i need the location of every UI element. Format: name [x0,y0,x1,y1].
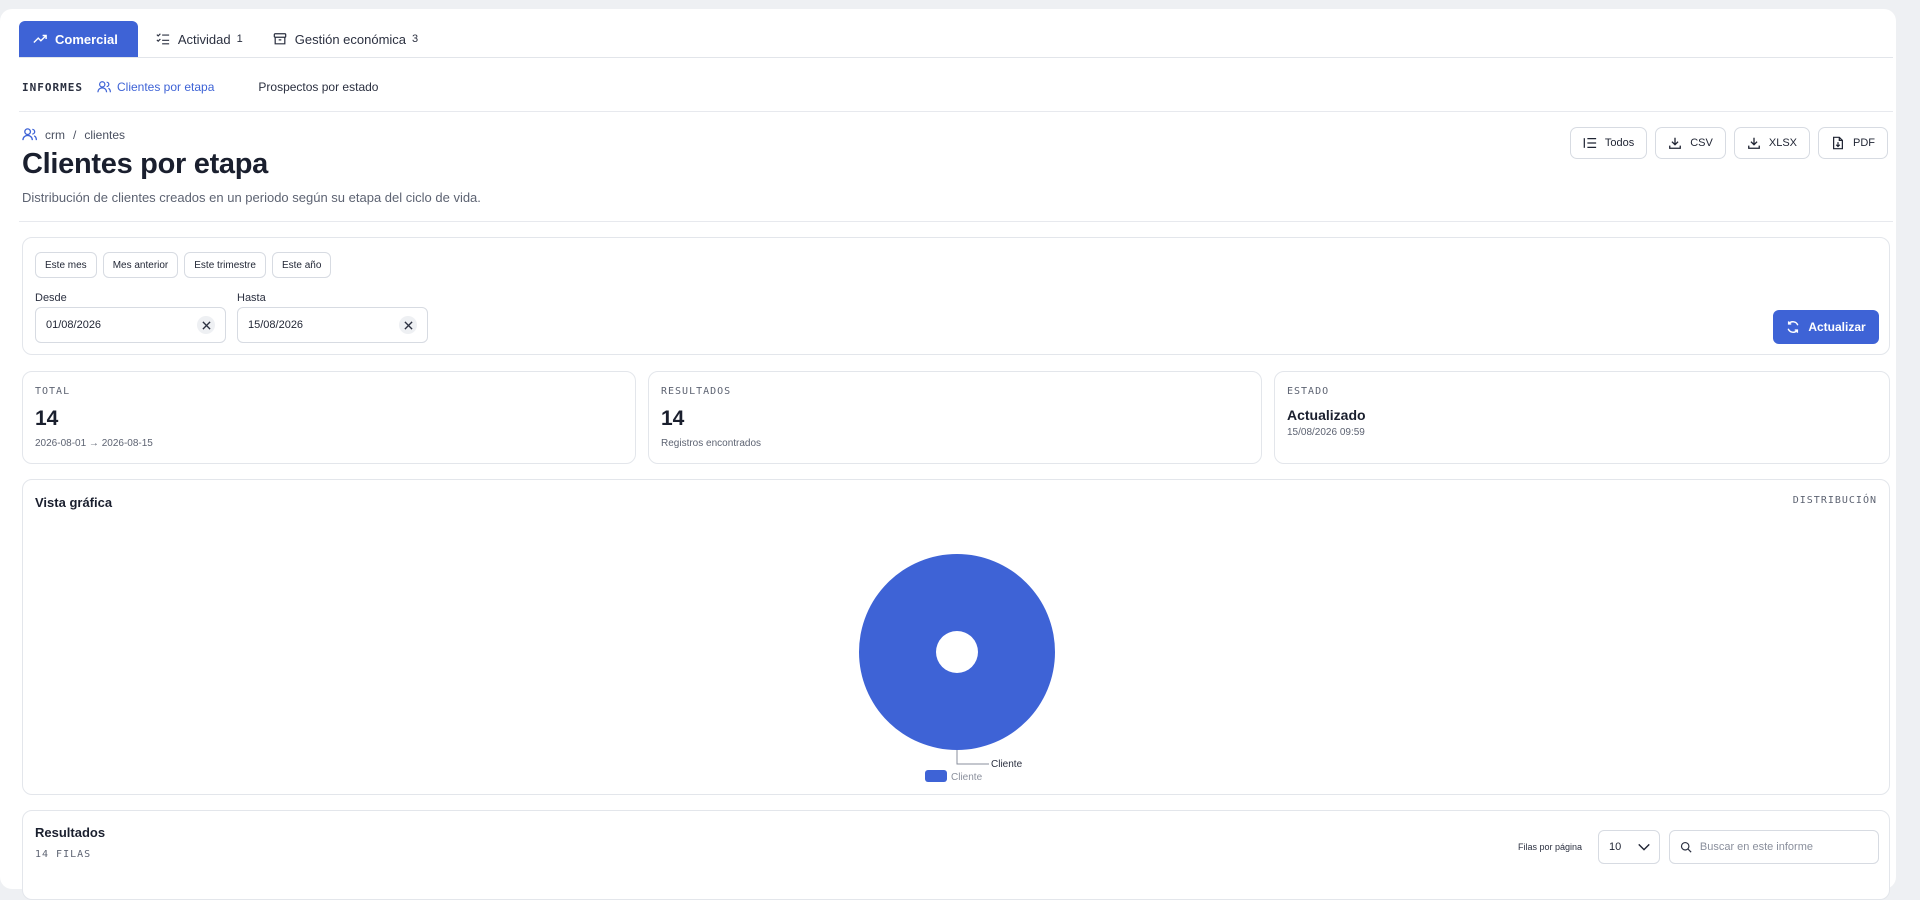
tab-actividad[interactable]: Actividad 1 [144,21,255,57]
to-date-input[interactable]: 15/08/2026 [237,307,428,343]
stat-key: TOTAL [35,386,71,397]
page-subtitle: Distribución de clientes creados en un p… [22,190,481,205]
users-icon [97,81,111,93]
subnav-item-prospectos-por-estado[interactable]: Prospectos por estado [258,80,378,94]
rows-per-page-value: 10 [1609,841,1622,853]
tab-gestion-economica[interactable]: Gestión económica 3 [261,21,430,57]
file-download-icon [1833,136,1843,150]
preset-this-year[interactable]: Este año [271,252,332,278]
xlsx-button[interactable]: XLSX [1733,127,1810,159]
stat-value: Actualizado [1287,407,1366,423]
stat-sub: 2026-08-01 → 2026-08-15 [35,438,153,449]
from-date-input[interactable]: 01/08/2026 [35,307,226,343]
from-date-value: 01/08/2026 [46,319,102,331]
refresh-button[interactable]: Actualizar [1773,310,1879,344]
trending-up-icon [33,34,47,43]
legend-label[interactable]: Cliente [951,772,983,783]
stat-status: ESTADO Actualizado 15/08/2026 09:59 [1274,371,1890,464]
refresh-icon [1787,321,1799,333]
subnav-item-clientes-por-etapa[interactable]: Clientes por etapa [97,80,214,94]
breadcrumb-leaf: clientes [84,127,126,142]
search-icon [1680,841,1692,853]
slice-label: Cliente [991,759,1023,770]
csv-button-label: CSV [1690,137,1713,149]
results-title: Resultados [35,825,106,840]
tab-label: Actividad [177,31,231,47]
stat-key: RESULTADOS [661,386,732,397]
download-icon [1669,137,1682,149]
users-icon [22,128,37,141]
stat-value: 14 [35,407,59,430]
download-icon [1747,137,1760,149]
chart-card: Vista gráfica DISTRIBUCIÓN Cliente Client… [22,479,1890,795]
xlsx-button-label: XLSX [1768,137,1797,149]
to-date-value: 15/08/2026 [248,319,304,331]
breadcrumb: crm / clientes [22,127,125,142]
legend-swatch[interactable] [925,770,947,782]
preset-this-quarter[interactable]: Este trimestre [184,252,266,278]
stat-value: 14 [661,407,685,430]
subnav-item-label: Prospectos por estado [258,80,379,94]
stat-key: ESTADO [1287,386,1330,397]
slice-leader-line [956,750,989,765]
rows-per-page-label: Filas por página [1517,842,1582,852]
pie-chart: Cliente Cliente [859,554,1055,783]
close-icon [201,320,211,330]
to-label: Hasta [237,292,266,304]
checklist-icon [156,33,169,45]
search-box [1669,830,1879,864]
divider [19,221,1893,222]
chevron-down-icon [1638,843,1650,851]
rows-per-page-select[interactable]: 10 [1598,830,1660,864]
refresh-button-label: Actualizar [1808,320,1866,334]
subnav-item-label: Clientes por etapa [116,80,215,94]
pdf-button-label: PDF [1853,137,1875,149]
breadcrumb-root[interactable]: crm [45,128,65,142]
stat-results: RESULTADOS 14 Registros encontrados [648,371,1262,464]
top-tabs: Comercial Actividad 1 Gestión económica … [19,12,1893,58]
list-filter-icon [1583,138,1596,148]
tab-badge: 1 [236,33,243,45]
archive-icon [273,33,287,45]
tab-comercial[interactable]: Comercial [19,21,138,57]
stat-sub: Registros encontrados [661,438,762,449]
divider [19,111,1893,112]
stat-total: TOTAL 14 2026-08-01 → 2026-08-15 [22,371,636,464]
tab-badge: 3 [412,33,419,45]
preset-last-month[interactable]: Mes anterior [102,252,179,278]
close-icon [403,320,413,330]
preset-this-month[interactable]: Este mes [35,252,97,278]
results-count: 14 FILAS [35,849,92,860]
export-actions: Todos CSV XLSX PDF [1569,127,1888,159]
all-button[interactable]: Todos [1569,127,1648,159]
results-card: Resultados 14 FILAS Filas por página 10 [22,810,1890,900]
tab-label: Comercial [55,31,118,47]
clear-from-button[interactable] [197,316,215,334]
reports-subnav: INFORMES Clientes por etapa Prospectos p… [22,76,378,98]
pdf-button[interactable]: PDF [1818,127,1888,159]
pie-slice[interactable] [859,554,1055,750]
breadcrumb-separator: / [73,127,77,142]
clear-to-button[interactable] [399,316,417,334]
search-input[interactable] [1699,841,1868,853]
from-label: Desde [35,292,67,304]
tab-label: Gestión económica [294,31,407,47]
filters-card: Este mes Mes anterior Este trimestre Est… [22,237,1890,355]
all-button-label: Todos [1604,137,1635,149]
date-presets: Este mes Mes anterior Este trimestre Est… [35,252,332,278]
page-title: Clientes por etapa [22,148,268,180]
stat-sub: 15/08/2026 09:59 [1287,427,1365,438]
subnav-label: INFORMES [22,80,83,94]
csv-button[interactable]: CSV [1655,127,1726,159]
